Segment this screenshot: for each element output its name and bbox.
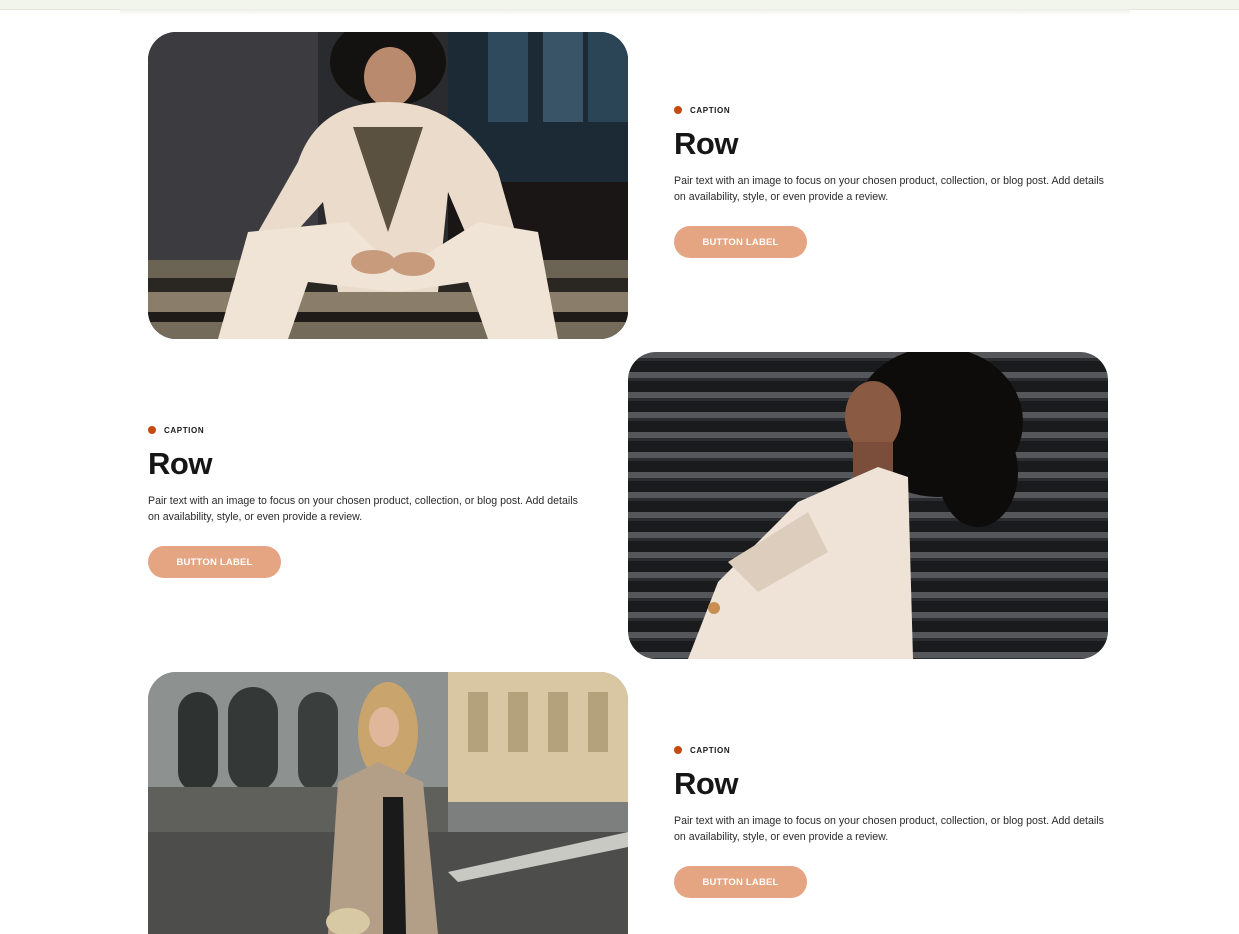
row-1-heading: Row xyxy=(674,126,738,161)
row-3-caption-group: CAPTION xyxy=(674,744,1114,756)
woman-walking-street-photo xyxy=(148,672,628,934)
caption-dot-icon xyxy=(148,426,156,434)
row-1-caption: CAPTION xyxy=(690,105,731,115)
header-shadow xyxy=(120,9,1130,15)
caption-dot-icon xyxy=(674,106,682,114)
row-1-text: CAPTION Row Pair text with an image to f… xyxy=(674,104,1114,258)
row-2-heading: Row xyxy=(148,446,212,481)
row-2-image xyxy=(628,352,1108,659)
row-1-button[interactable]: BUTTON LABEL xyxy=(674,226,807,258)
row-3-button[interactable]: BUTTON LABEL xyxy=(674,866,807,898)
woman-in-white-suit-on-steps-photo xyxy=(148,32,628,339)
row-2-body: Pair text with an image to focus on your… xyxy=(148,495,578,523)
row-3-caption: CAPTION xyxy=(690,745,731,755)
row-1-image xyxy=(148,32,628,339)
row-2-caption: CAPTION xyxy=(164,425,205,435)
row-3-image xyxy=(148,672,628,934)
row-2-button[interactable]: BUTTON LABEL xyxy=(148,546,281,578)
row-2-text: CAPTION Row Pair text with an image to f… xyxy=(148,424,588,578)
row-3-body: Pair text with an image to focus on your… xyxy=(674,815,1104,843)
caption-dot-icon xyxy=(674,746,682,754)
row-1-body: Pair text with an image to focus on your… xyxy=(674,175,1104,203)
row-3-text: CAPTION Row Pair text with an image to f… xyxy=(674,744,1114,898)
row-2-caption-group: CAPTION xyxy=(148,424,588,436)
woman-against-shutter-photo xyxy=(628,352,1108,659)
row-1-caption-group: CAPTION xyxy=(674,104,1114,116)
row-3-heading: Row xyxy=(674,766,738,801)
